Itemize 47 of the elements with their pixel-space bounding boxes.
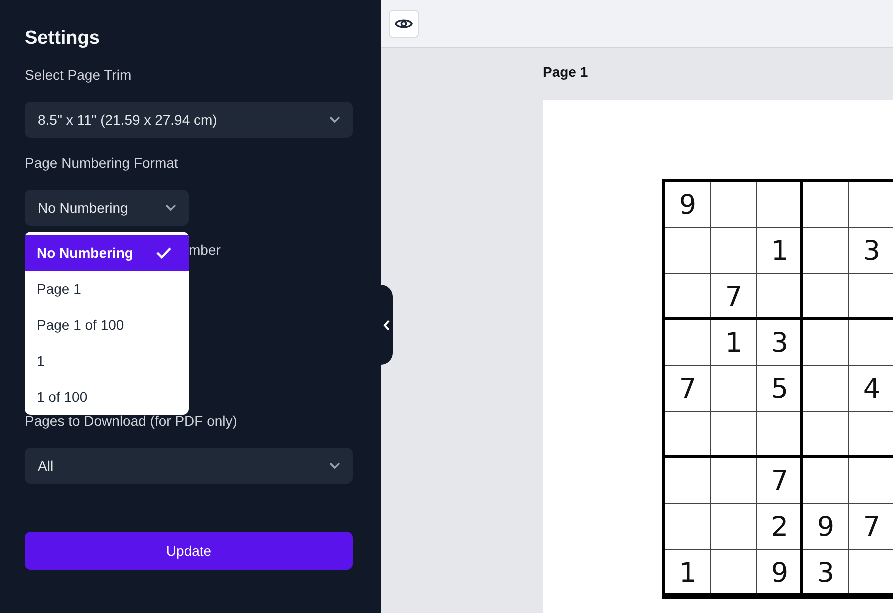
option-label: No Numbering xyxy=(37,245,134,261)
grid-cell-text: 3 xyxy=(770,326,790,360)
grid-cell-text: 1 xyxy=(724,326,744,360)
chevron-down-icon xyxy=(329,462,341,470)
panel-title: Settings xyxy=(25,28,100,50)
menu-option[interactable]: No Numbering xyxy=(25,235,189,271)
chevron-left-icon xyxy=(383,320,391,330)
update-button[interactable]: Update xyxy=(25,532,353,570)
field-label: mber xyxy=(189,242,221,259)
dropdown-value: 8.5" x 11" (21.59 x 27.94 cm) xyxy=(38,112,218,128)
grid-cell-text: 7 xyxy=(770,464,790,498)
collapse-panel-button[interactable] xyxy=(381,285,393,365)
grid-cell-text: 3 xyxy=(862,234,882,268)
dropdown-value: No Numbering xyxy=(38,200,128,216)
grid-cell-text: 5 xyxy=(770,372,790,406)
menu-option[interactable]: 1 of 100 xyxy=(25,379,189,415)
dropdown-value: All xyxy=(38,458,54,474)
menu-option[interactable]: Page 1 xyxy=(25,271,189,307)
dropdown-field[interactable]: 8.5" x 11" (21.59 x 27.94 cm) xyxy=(25,102,353,138)
option-label: Page 1 of 100 xyxy=(37,317,124,333)
grid-cell-text: 7 xyxy=(678,372,698,406)
preview-toggle-button[interactable] xyxy=(389,10,419,38)
grid-cell-text: 9 xyxy=(678,188,698,222)
grid-cell-text: 1 xyxy=(770,234,790,268)
chevron-down-icon xyxy=(165,204,177,212)
grid-cell-text: 3 xyxy=(816,556,836,590)
grid-cell-text: 1 xyxy=(678,556,698,590)
option-label: 1 of 100 xyxy=(37,389,88,405)
option-label: Page 1 xyxy=(37,281,82,297)
field-label: Pages to Download (for PDF only) xyxy=(25,413,238,430)
grid-cell-text: 9 xyxy=(770,556,790,590)
menu-option[interactable]: 1 xyxy=(25,343,189,379)
grid-cell-text: 9 xyxy=(816,510,836,544)
field-label: Select Page Trim xyxy=(25,67,132,84)
grid-cell-text: 7 xyxy=(724,280,744,314)
option-label: 1 xyxy=(37,353,45,369)
field-label: Page Numbering Format xyxy=(25,155,178,172)
chevron-down-icon xyxy=(329,116,341,124)
grid-cell-text: 7 xyxy=(862,510,882,544)
dropdown-field[interactable]: No Numbering xyxy=(25,190,189,226)
menu-option[interactable]: Page 1 of 100 xyxy=(25,307,189,343)
check-icon xyxy=(156,247,172,259)
grid-cell-text: 4 xyxy=(862,372,882,406)
grid-cell-text: 2 xyxy=(770,510,790,544)
eye-icon xyxy=(395,17,413,31)
dropdown-field[interactable]: All xyxy=(25,448,353,484)
page-title: Page 1 xyxy=(543,64,590,81)
